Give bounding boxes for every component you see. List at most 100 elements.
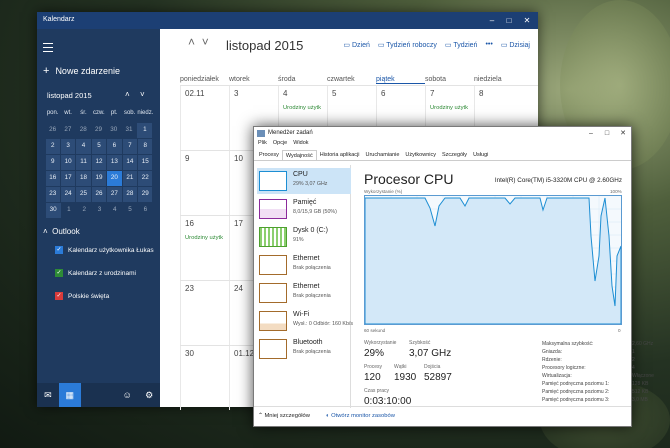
mini-day[interactable]: 20 <box>107 170 122 186</box>
tab[interactable]: Historia aplikacji <box>317 150 363 160</box>
mini-day[interactable]: 3 <box>92 202 107 218</box>
mini-day[interactable]: 26 <box>45 122 60 138</box>
mini-day[interactable]: 18 <box>76 170 91 186</box>
tab[interactable]: Procesy <box>256 150 282 160</box>
gear-icon[interactable]: ⚙ <box>138 383 160 407</box>
task-manager-titlebar: Menedżer zadań – □ ✕ <box>254 127 631 140</box>
day-cell[interactable]: 9 <box>180 151 229 215</box>
tab[interactable]: Uruchamianie <box>362 150 402 160</box>
calendar-icon[interactable]: ▦ <box>58 383 81 407</box>
mini-day[interactable]: 13 <box>107 154 122 170</box>
resource-item[interactable]: Wi-Fi Wysł.: 0 Odbiór: 160 Kb/s <box>257 308 353 334</box>
close-button[interactable]: ✕ <box>519 12 535 29</box>
mini-day[interactable]: 24 <box>60 186 76 202</box>
chevron-up-icon[interactable]: ˄ <box>188 35 195 49</box>
tab[interactable]: Szczegóły <box>439 150 470 160</box>
calendar-checkbox-user[interactable]: ✓ Kalendarz użytkownika Łukas <box>55 246 154 254</box>
mini-day[interactable]: 29 <box>91 122 106 138</box>
resource-item[interactable]: Pamięć 8,0/15,9 GB (50%) <box>257 196 351 222</box>
mini-day[interactable]: 10 <box>60 154 76 170</box>
mini-day[interactable]: 14 <box>122 154 138 170</box>
mini-day-name: śr. <box>80 110 87 116</box>
view-week-button[interactable]: ▭ Tydzień <box>445 41 478 49</box>
mini-day[interactable]: 6 <box>138 202 153 218</box>
mini-day[interactable]: 26 <box>91 186 107 202</box>
day-cell[interactable]: 16 Urodziny użytk <box>180 216 229 280</box>
menu-item[interactable]: Widok <box>293 140 308 150</box>
calendar-checkbox-holidays[interactable]: ✓ Polskie święta <box>55 292 109 300</box>
chevron-up-icon[interactable]: ˄ <box>125 90 130 99</box>
mini-day[interactable]: 29 <box>138 186 153 202</box>
mini-day[interactable]: 9 <box>45 154 60 170</box>
resource-item[interactable]: CPU 29% 3,07 GHz <box>257 168 351 194</box>
day-cell[interactable]: 30 <box>180 346 229 410</box>
tab[interactable]: Wydajność <box>281 150 317 160</box>
mini-day[interactable]: 23 <box>45 186 60 202</box>
tab[interactable]: Użytkownicy <box>402 150 439 160</box>
fewer-details-button[interactable]: ⌃ Mniej szczegółów <box>258 413 310 419</box>
resource-item[interactable]: Ethernet Brak połączenia <box>257 280 351 306</box>
mini-day[interactable]: 1 <box>61 202 76 218</box>
mini-day[interactable]: 28 <box>76 122 91 138</box>
mini-day[interactable]: 19 <box>91 170 107 186</box>
more-button[interactable]: ••• <box>485 41 492 49</box>
mini-day[interactable]: 12 <box>91 154 107 170</box>
menu-item[interactable]: Opcje <box>273 140 287 150</box>
mini-day[interactable]: 3 <box>60 138 76 154</box>
day-cell[interactable]: 02.11 <box>180 86 229 150</box>
mini-day[interactable]: 25 <box>76 186 91 202</box>
detail-key: Maksymalna szybkość: <box>542 341 594 347</box>
minimize-button[interactable]: – <box>583 127 599 140</box>
tab[interactable]: Usługi <box>470 150 491 160</box>
calendar-event[interactable]: Urodziny użytk <box>430 105 470 111</box>
mini-day[interactable]: 2 <box>45 138 60 154</box>
smiley-icon[interactable]: ☺ <box>116 383 138 407</box>
mini-day[interactable]: 4 <box>107 202 122 218</box>
maximize-button[interactable]: □ <box>501 12 517 29</box>
chevron-down-icon[interactable]: ˅ <box>140 90 145 99</box>
mini-day[interactable]: 11 <box>76 154 91 170</box>
mini-day[interactable]: 31 <box>121 122 136 138</box>
mini-day[interactable]: 5 <box>122 202 137 218</box>
mini-day[interactable]: 5 <box>91 138 107 154</box>
outlook-section[interactable]: ˄ Outlook <box>43 227 80 236</box>
mini-day[interactable]: 16 <box>45 170 60 186</box>
mini-day[interactable]: 22 <box>138 170 153 186</box>
mini-day[interactable]: 30 <box>45 202 61 218</box>
mail-icon[interactable]: ✉ <box>37 383 59 407</box>
chevron-down-icon[interactable]: ˅ <box>202 35 209 49</box>
mini-day[interactable]: 17 <box>60 170 76 186</box>
month-title: listopad 2015 <box>226 38 304 53</box>
cpu-detail-row: Pamięć podręczna poziomu 3: 3,0 MB <box>542 397 648 403</box>
open-resource-monitor-link[interactable]: ◐ Otwórz monitor zasobów <box>326 413 395 419</box>
calendar-event[interactable]: Urodziny użytk <box>283 105 323 111</box>
mini-day[interactable]: 1 <box>137 122 153 138</box>
close-button[interactable]: ✕ <box>615 127 631 140</box>
mini-day[interactable]: 4 <box>76 138 91 154</box>
today-button[interactable]: ▭ Dzisiaj <box>501 41 530 49</box>
mini-day[interactable]: 6 <box>107 138 122 154</box>
mini-day[interactable]: 2 <box>77 202 92 218</box>
mini-day[interactable]: 30 <box>106 122 121 138</box>
mini-day[interactable]: 27 <box>107 186 122 202</box>
resource-item[interactable]: Dysk 0 (C:) 91% <box>257 224 351 250</box>
mini-day[interactable]: 7 <box>122 138 138 154</box>
minimize-button[interactable]: – <box>484 12 500 29</box>
calendar-event[interactable]: Urodziny użytk <box>185 235 225 241</box>
day-cell[interactable]: 23 <box>180 281 229 345</box>
mini-day[interactable]: 28 <box>122 186 138 202</box>
calendar-checkbox-birthdays[interactable]: ✓ Kalendarz z urodzinami <box>55 269 136 277</box>
menu-item[interactable]: Plik <box>258 140 267 150</box>
new-event-button[interactable]: + Nowe zdarzenie <box>43 65 120 77</box>
mini-day[interactable]: 8 <box>138 138 153 154</box>
resource-item[interactable]: Ethernet Brak połączenia <box>257 252 351 278</box>
maximize-button[interactable]: □ <box>599 127 615 140</box>
threads-value: 1930 <box>394 372 417 383</box>
mini-day[interactable]: 15 <box>138 154 153 170</box>
view-day-button[interactable]: ▭ Dzień <box>343 41 369 49</box>
resource-item[interactable]: Bluetooth Brak połączenia <box>257 336 351 362</box>
mini-day[interactable]: 27 <box>60 122 75 138</box>
mini-day[interactable]: 21 <box>122 170 138 186</box>
hamburger-icon[interactable] <box>43 43 53 55</box>
view-workweek-button[interactable]: ▭ Tydzień roboczy <box>378 41 437 49</box>
